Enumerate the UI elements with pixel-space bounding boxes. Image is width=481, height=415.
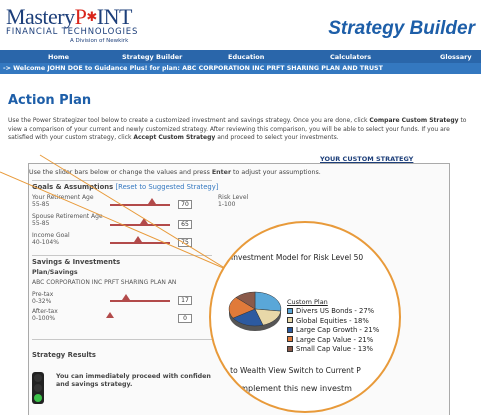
pretax-label: Pre-tax 0-32%: [32, 291, 54, 305]
nav-bar: Home Strategy Builder Education Calculat…: [0, 50, 481, 63]
logo-star-icon: P: [74, 4, 87, 29]
income-goal-input[interactable]: 75: [178, 238, 192, 247]
retirement-age-thumb[interactable]: [148, 198, 156, 204]
legend-swatch: [287, 307, 293, 314]
view-switch-links[interactable]: h to Wealth View Switch to Current P: [223, 366, 361, 375]
reset-strategy-link[interactable]: [Reset to Suggested Strategy]: [116, 183, 219, 191]
income-goal-thumb[interactable]: [134, 236, 142, 242]
retirement-age-input[interactable]: 70: [178, 200, 192, 209]
welcome-banner: -> Welcome JOHN DOE to Guidance Plus! fo…: [0, 63, 481, 74]
legend-swatch: [287, 345, 293, 352]
logo-division: A Division of Newkirk: [70, 38, 129, 44]
aftertax-input[interactable]: 0: [178, 314, 192, 323]
goals-heading: Goals & Assumptions [Reset to Suggested …: [32, 183, 219, 191]
legend-swatch: [287, 317, 293, 323]
aftertax-thumb[interactable]: [106, 312, 114, 318]
strategy-results-heading: Strategy Results: [32, 351, 96, 359]
income-goal-label: Income Goal 40-104%: [32, 232, 70, 246]
divider: [32, 255, 212, 256]
legend-label: Divers US Bonds - 27%: [296, 307, 375, 315]
nav-home[interactable]: Home: [48, 53, 69, 61]
traffic-light-icon: [32, 372, 44, 404]
legend-item: Divers US Bonds - 27%: [287, 307, 374, 315]
legend-swatch: [287, 326, 293, 333]
pretax-thumb[interactable]: [122, 294, 130, 300]
legend-label: Large Cap Growth - 21%: [296, 326, 380, 334]
implement-text: implement this new investm: [238, 384, 352, 393]
legend-title: Custom Plan: [287, 298, 328, 306]
risk-level-label: Risk Level 1-100: [218, 194, 249, 208]
legend-item: Small Cap Value - 13%: [287, 345, 373, 353]
intro-text: Use the Power Strategizer tool below to …: [8, 117, 467, 141]
spouse-age-slider[interactable]: [110, 224, 170, 226]
retirement-age-label: Your Retirement Age 55-85: [32, 194, 94, 208]
plan-name: ABC CORPORATION INC PRFT SHARING PLAN AN: [32, 279, 177, 286]
income-goal-slider[interactable]: [110, 242, 170, 244]
legend-item: Global Equities - 18%: [287, 317, 369, 325]
nav-education[interactable]: Education: [228, 53, 264, 61]
pie-slice-divers-us-bonds: [254, 291, 282, 312]
your-custom-strategy-link[interactable]: YOUR CUSTOM STRATEGY: [320, 155, 413, 163]
legend-item: Large Cap Growth - 21%: [287, 326, 379, 334]
spouse-age-label: Spouse Retirement Age 55-85: [32, 213, 103, 227]
divider: [32, 180, 212, 181]
spouse-age-input[interactable]: 65: [178, 220, 192, 229]
legend-swatch: [287, 336, 293, 342]
star-icon: ✱: [86, 9, 97, 24]
savings-heading: Savings & Investments: [32, 258, 121, 266]
compare-strategy-link[interactable]: Compare Custom Strategy: [369, 117, 458, 124]
chart-title: Investment Model for Risk Level 50: [231, 253, 364, 262]
nav-strategy-builder[interactable]: Strategy Builder: [122, 53, 182, 61]
pretax-input[interactable]: 17: [178, 296, 192, 305]
legend-item: Large Cap Value - 21%: [287, 336, 373, 344]
accept-strategy-link[interactable]: Accept Custom Strategy: [133, 134, 215, 141]
page-title: Action Plan: [8, 93, 92, 108]
logo-subtitle: FINANCIAL TECHNOLOGIES: [6, 27, 139, 37]
plan-savings-subheading: Plan/Savings: [32, 269, 78, 276]
legend-label: Small Cap Value - 13%: [296, 345, 373, 353]
divider: [32, 339, 212, 340]
aftertax-label: After-tax 0-100%: [32, 308, 58, 322]
retirement-age-slider[interactable]: [110, 204, 170, 206]
zoom-callout: Investment Model for Risk Level 50 Custo…: [209, 221, 401, 413]
instruction-text: Use the slider bars below or change the …: [29, 169, 321, 176]
results-message: You can immediately proceed with confide…: [56, 373, 211, 388]
pretax-slider[interactable]: [110, 300, 170, 302]
legend-label: Large Cap Value - 21%: [296, 335, 374, 344]
legend-label: Global Equities - 18%: [296, 316, 369, 325]
nav-calculators[interactable]: Calculators: [330, 53, 371, 61]
nav-glossary[interactable]: Glossary: [440, 53, 472, 61]
brand-title: Strategy Builder: [328, 18, 475, 39]
spouse-age-thumb[interactable]: [140, 218, 148, 224]
pie-chart: [228, 291, 282, 331]
